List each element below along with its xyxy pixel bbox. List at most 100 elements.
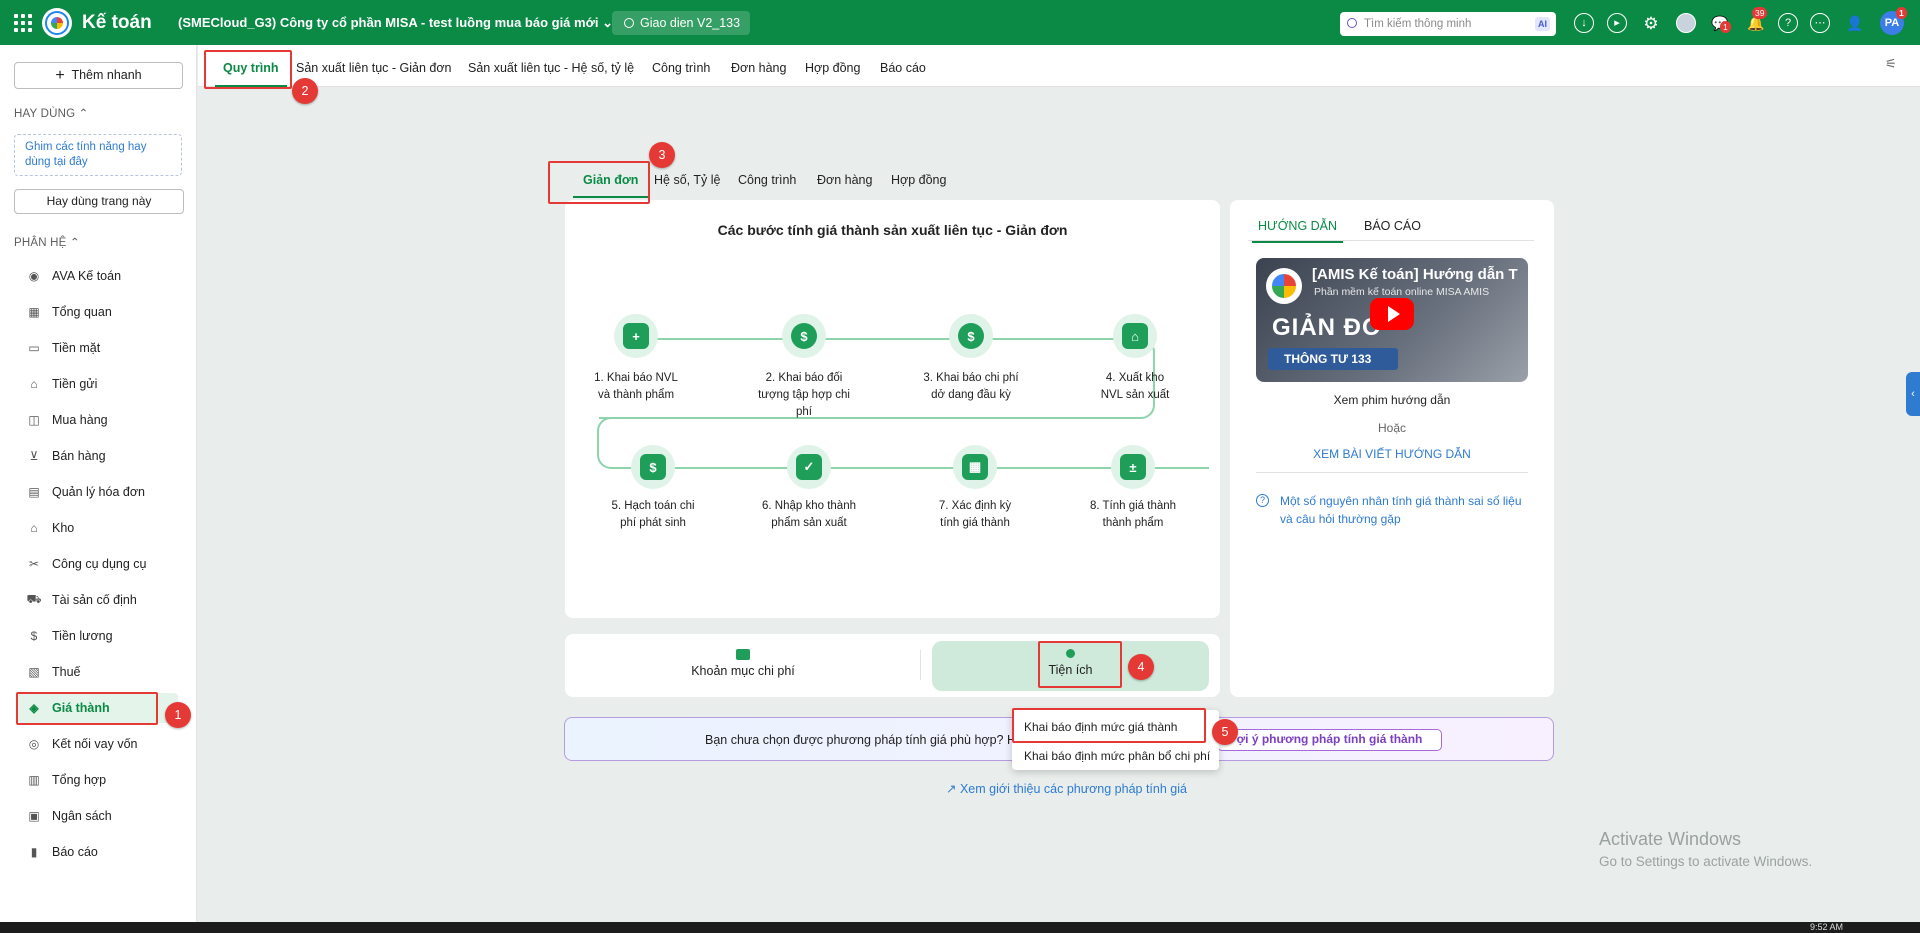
sidebar-item-salary[interactable]: $ Tiền lương	[16, 621, 178, 651]
calendar-money-icon[interactable]: ▦	[953, 445, 997, 489]
sidebar-item-deposit[interactable]: ⌂ Tiền gửi	[16, 369, 178, 399]
app-grid-icon[interactable]	[14, 14, 32, 32]
column-settings-icon[interactable]: ⚟	[1885, 56, 1897, 72]
tab-continuous-simple[interactable]: Sản xuất liên tục - Giản đơn	[296, 61, 452, 75]
download-icon[interactable]: ↓	[1574, 13, 1594, 33]
faq-link[interactable]: ? Một số nguyên nhân tính giá thành sai s…	[1256, 492, 1536, 528]
accounting-icon[interactable]: $	[631, 445, 675, 489]
dollar-target-icon[interactable]: $	[782, 314, 826, 358]
suggest-method-button[interactable]: ợi ý phương pháp tính giá thành	[1217, 729, 1442, 751]
salary-icon: $	[30, 629, 38, 643]
sidebar-item-label: Thuế	[52, 665, 81, 679]
sidebar-item-invoice[interactable]: ▤ Quản lý hóa đơn	[16, 477, 178, 507]
read-article-link[interactable]: XEM BÀI VIẾT HƯỚNG DẪN	[1230, 447, 1554, 461]
dropdown-item-allocation-norm[interactable]: Khai báo định mức phân bổ chi phí	[1024, 749, 1210, 763]
ledger-icon: ▥	[28, 773, 40, 787]
step-line: và thành phẩm	[597, 389, 675, 401]
step-line: 6. Nhập kho thành	[762, 500, 856, 512]
warehouse-out-icon[interactable]: ⌂	[1113, 314, 1157, 358]
box-plus-icon[interactable]: +	[614, 314, 658, 358]
ava-avatar-icon: ◉	[28, 269, 40, 283]
car-icon: ⛟	[26, 592, 42, 606]
misa-logo	[1266, 268, 1302, 304]
video-caption: GIẢN ĐƠ	[1272, 314, 1384, 341]
step-8[interactable]: 8. Tính giá thành thành phẩm	[1078, 498, 1188, 532]
sidebar-item-ava[interactable]: ◉ AVA Kế toán	[16, 261, 178, 291]
tab-reports[interactable]: Báo cáo	[880, 61, 926, 75]
sidebar-item-budget[interactable]: ▣ Ngân sách	[16, 801, 178, 831]
sidebar-item-sales[interactable]: ⊻ Bán hàng	[16, 441, 178, 471]
sidebar-item-general[interactable]: ▥ Tổng hợp	[16, 765, 178, 795]
help-icon[interactable]: ?	[1778, 13, 1798, 33]
intro-link-label: Xem giới thiệu các phương pháp tính giá	[959, 782, 1187, 796]
cash-icon: ▭	[28, 341, 40, 355]
chat-icon[interactable]: 💬1	[1710, 13, 1731, 33]
sidebar-item-cash[interactable]: ▭ Tiền mặt	[16, 333, 178, 363]
sidebar-item-loan[interactable]: ◎ Kết nối vay vốn	[16, 729, 178, 759]
avatar[interactable]: PA 1	[1880, 7, 1907, 35]
warehouse-icon: ⌂	[30, 521, 38, 535]
sidebar-item-label: Tiền lương	[52, 629, 113, 643]
tab-orders[interactable]: Đơn hàng	[731, 61, 786, 75]
ava-avatar-icon[interactable]	[1676, 13, 1696, 33]
bar-chart-icon: ▮	[30, 845, 38, 859]
sidebar-item-label: Mua hàng	[52, 413, 108, 427]
plus-icon: +	[55, 67, 65, 84]
company-selector[interactable]: (SMECloud_G3) Công ty cổ phần MISA - tes…	[178, 15, 613, 31]
step-marker: 3	[649, 142, 675, 168]
method-tab-contracts[interactable]: Hợp đồng	[891, 173, 946, 187]
step-5[interactable]: 5. Hạch toán chi phí phát sinh	[598, 498, 708, 532]
money-bag-icon[interactable]: $	[949, 314, 993, 358]
chevron-left-icon[interactable]: ‹	[1906, 372, 1920, 416]
guide-video[interactable]: [AMIS Kế toán] Hướng dẫn T Phần mềm kế t…	[1256, 258, 1528, 382]
faq-label: Một số nguyên nhân tính giá thành sai số…	[1280, 494, 1522, 526]
quick-add-button[interactable]: + Thêm nhanh	[14, 62, 183, 89]
question-icon: ?	[1256, 494, 1269, 507]
sidebar-item-overview[interactable]: ▦ Tổng quan	[16, 297, 178, 327]
frequent-page-button[interactable]: Hay dùng trang này	[14, 189, 184, 214]
sidebar-item-purchase[interactable]: ◫ Mua hàng	[16, 405, 178, 435]
sidebar-item-report[interactable]: ▮ Báo cáo	[16, 837, 178, 867]
step-1[interactable]: 1. Khai báo NVL và thành phẩm	[581, 370, 691, 404]
step-7[interactable]: 7. Xác định kỳ tính giá thành	[920, 498, 1030, 532]
modules-section-header[interactable]: PHÂN HỆ ⌃	[14, 235, 80, 249]
external-link-icon: ↗	[946, 782, 957, 796]
chat-badge: 1	[1720, 21, 1731, 33]
interface-badge[interactable]: Giao dien V2_133	[612, 11, 751, 35]
play-circle-icon[interactable]: ▸	[1607, 13, 1627, 33]
tools-icon: ✂	[28, 557, 40, 571]
highlight-box	[16, 692, 158, 725]
sidebar-item-tools[interactable]: ✂ Công cụ dụng cụ	[16, 549, 178, 579]
step-4[interactable]: 4. Xuất kho NVL sản xuất	[1080, 370, 1190, 404]
cost-items-icon	[736, 649, 750, 660]
step-6[interactable]: 6. Nhập kho thành phẩm sản xuất	[754, 498, 864, 532]
tab-construction[interactable]: Công trình	[652, 61, 710, 75]
ai-badge[interactable]: AI	[1535, 17, 1550, 31]
or-text: Hoặc	[1377, 421, 1406, 435]
method-tab-ratio[interactable]: Hệ số, Tỷ lệ	[654, 173, 720, 187]
user-icon[interactable]: 👤	[1845, 13, 1865, 33]
cost-items-button[interactable]: Khoản mục chi phí	[565, 634, 921, 697]
sidebar-item-tax[interactable]: ▧ Thuế	[16, 657, 178, 687]
step-connector	[644, 338, 1124, 340]
smart-search-input[interactable]: Tìm kiếm thông minh AI	[1340, 12, 1556, 36]
sidebar-item-warehouse[interactable]: ⌂ Kho	[16, 513, 178, 543]
method-tab-construction[interactable]: Công trình	[738, 173, 796, 187]
box-check-icon[interactable]: ✓	[787, 445, 831, 489]
tab-guide[interactable]: HƯỚNG DẪN	[1251, 219, 1344, 243]
sidebar-item-fixed-assets[interactable]: ⛟ Tài sản cố định	[16, 585, 178, 615]
bell-icon[interactable]: 🔔 39	[1746, 7, 1768, 33]
step-marker: 2	[292, 78, 318, 104]
frequent-section-header[interactable]: HAY DÙNG ⌃	[14, 106, 89, 120]
step-2[interactable]: 2. Khai báo đối tượng tập hợp chi phí	[749, 370, 859, 421]
tab-contracts[interactable]: Hợp đồng	[805, 61, 860, 75]
tab-continuous-ratio[interactable]: Sản xuất liên tục - Hệ số, tỷ lệ	[468, 61, 634, 75]
gear-icon[interactable]: ⚙	[1641, 13, 1661, 33]
step-3[interactable]: 3. Khai báo chi phí dở dang đầu kỳ	[916, 370, 1026, 404]
play-icon[interactable]	[1370, 298, 1414, 330]
tab-report[interactable]: BÁO CÁO	[1364, 219, 1421, 233]
intro-link[interactable]: ↗ Xem giới thiệu các phương pháp tính gi…	[946, 781, 1187, 796]
method-tab-orders[interactable]: Đơn hàng	[817, 173, 872, 187]
calculator-icon[interactable]: ±	[1111, 445, 1155, 489]
more-icon[interactable]: ⋯	[1810, 13, 1830, 33]
